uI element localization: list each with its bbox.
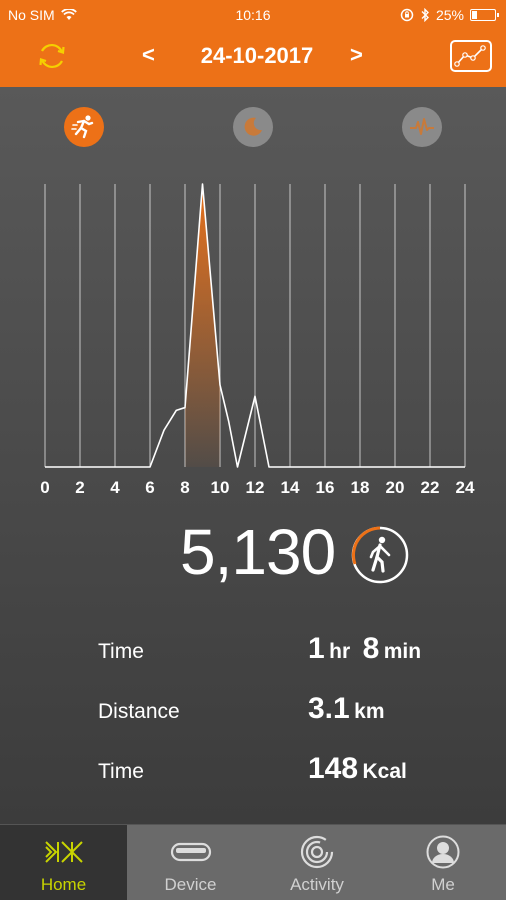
tab-device-label: Device	[164, 875, 217, 894]
stat-calories-label: Time	[98, 760, 144, 783]
battery-percent: 25%	[435, 7, 464, 23]
app-header: No SIM 10:16 25% < 24-10-2017 >	[0, 0, 506, 87]
tab-device-icon-wrap	[127, 835, 254, 869]
tab-me-icon-wrap	[380, 835, 506, 869]
x-tick-label: 4	[110, 478, 120, 497]
status-right: 25%	[400, 7, 499, 23]
time-hours-unit: hr	[329, 640, 351, 663]
user-profile-icon	[426, 835, 460, 869]
brand-logo-icon	[44, 841, 83, 863]
x-tick-label: 14	[281, 478, 300, 497]
x-tick-label: 8	[180, 478, 189, 497]
x-tick-label: 12	[246, 478, 265, 497]
time-hours: 1	[308, 632, 325, 665]
walking-icon	[351, 526, 409, 584]
bluetooth-icon	[421, 8, 429, 22]
previous-day-button[interactable]: <	[142, 42, 155, 68]
sleep-mode-button[interactable]	[233, 107, 273, 147]
x-tick-label: 24	[456, 478, 475, 497]
x-tick-label: 10	[211, 478, 230, 497]
tab-me-label: Me	[431, 875, 455, 894]
next-day-button[interactable]: >	[350, 42, 363, 68]
stat-calories-value: 148 Kcal	[308, 752, 407, 786]
x-tick-label: 22	[421, 478, 440, 497]
stat-distance-label: Distance	[98, 700, 180, 723]
distance-value: 3.1	[308, 692, 350, 725]
runner-icon	[71, 115, 94, 139]
step-count: 5,130	[180, 516, 336, 588]
chart-view-button[interactable]	[450, 40, 492, 72]
heart-rate-mode-button[interactable]	[402, 107, 442, 147]
x-tick-label: 20	[386, 478, 405, 497]
tab-activity-icon-wrap	[254, 835, 380, 869]
tab-home-label: Home	[40, 875, 87, 894]
rotation-lock-icon	[400, 8, 414, 22]
x-tick-label: 2	[75, 478, 84, 497]
date-nav: < 24-10-2017 >	[0, 30, 506, 87]
calories-value: 148	[308, 752, 359, 785]
sync-icon[interactable]	[36, 40, 68, 72]
run-mode-button[interactable]	[64, 107, 104, 147]
stat-distance-value: 3.1 km	[308, 692, 385, 726]
calories-unit: Kcal	[362, 760, 407, 783]
time-minutes-unit: min	[383, 640, 422, 663]
status-bar: No SIM 10:16 25%	[0, 0, 506, 30]
x-tick-label: 16	[316, 478, 335, 497]
tab-activity[interactable]: Activity	[254, 825, 380, 900]
date-title: 24-10-2017	[200, 43, 314, 68]
main-content: 0 2 4 6 8 10 12 14 16 18 20 22 24 5,130 Time 1 hr 8 …	[0, 87, 506, 824]
stat-time-value: 1 hr 8 min	[308, 632, 421, 666]
moon-icon	[244, 117, 262, 136]
battery-fill	[472, 11, 478, 19]
tab-activity-label: Activity	[290, 875, 344, 894]
x-tick-label: 6	[145, 478, 154, 497]
line-chart-icon	[454, 45, 486, 67]
stat-time-label: Time	[98, 640, 144, 663]
pulse-icon	[410, 118, 434, 135]
x-tick-label: 18	[351, 478, 370, 497]
tab-bar: Home Device Activity Me	[0, 824, 506, 900]
battery-icon	[470, 9, 499, 21]
activity-rings-icon	[300, 835, 334, 869]
tab-device[interactable]: Device	[127, 825, 254, 900]
x-tick-label: 0	[40, 478, 49, 497]
stat-calories: Time 148 Kcal	[98, 752, 458, 792]
stat-distance: Distance 3.1 km	[98, 692, 458, 732]
distance-unit: km	[354, 700, 385, 723]
tab-home[interactable]: Home	[0, 825, 127, 900]
tab-me[interactable]: Me	[380, 825, 506, 900]
stat-time: Time 1 hr 8 min	[98, 632, 458, 672]
step-chart: 0 2 4 6 8 10 12 14 16 18 20 22 24	[40, 183, 475, 497]
time-minutes: 8	[362, 632, 380, 665]
tracker-device-icon	[170, 842, 211, 862]
tab-home-icon-wrap	[0, 835, 127, 869]
